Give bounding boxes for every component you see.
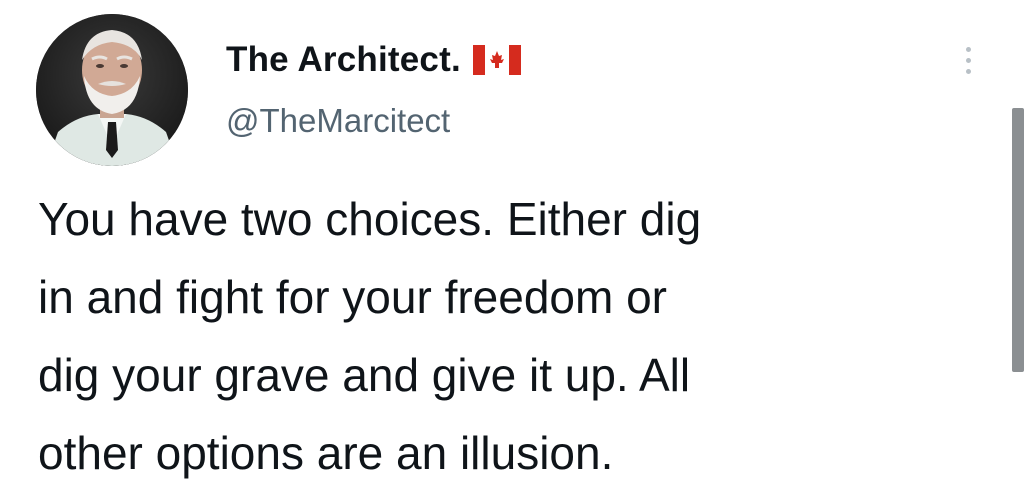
more-options-button[interactable] — [956, 38, 980, 82]
tweet-text: You have two choices. Either dig in and … — [38, 193, 702, 479]
tweet-card: The Architect. @TheMarcitect You have tw… — [0, 0, 1024, 480]
display-name[interactable]: The Architect. — [226, 40, 461, 80]
display-name-row: The Architect. — [226, 38, 521, 82]
vertical-ellipsis-icon — [965, 46, 971, 52]
scrollbar-thumb[interactable] — [1012, 108, 1024, 372]
ellipsis-dot — [965, 57, 971, 63]
user-handle[interactable]: @TheMarcitect — [226, 102, 450, 140]
avatar-portrait-icon — [36, 14, 188, 166]
profile-avatar[interactable] — [36, 14, 188, 166]
ellipsis-dot — [965, 68, 971, 74]
canada-flag-icon — [472, 45, 521, 75]
